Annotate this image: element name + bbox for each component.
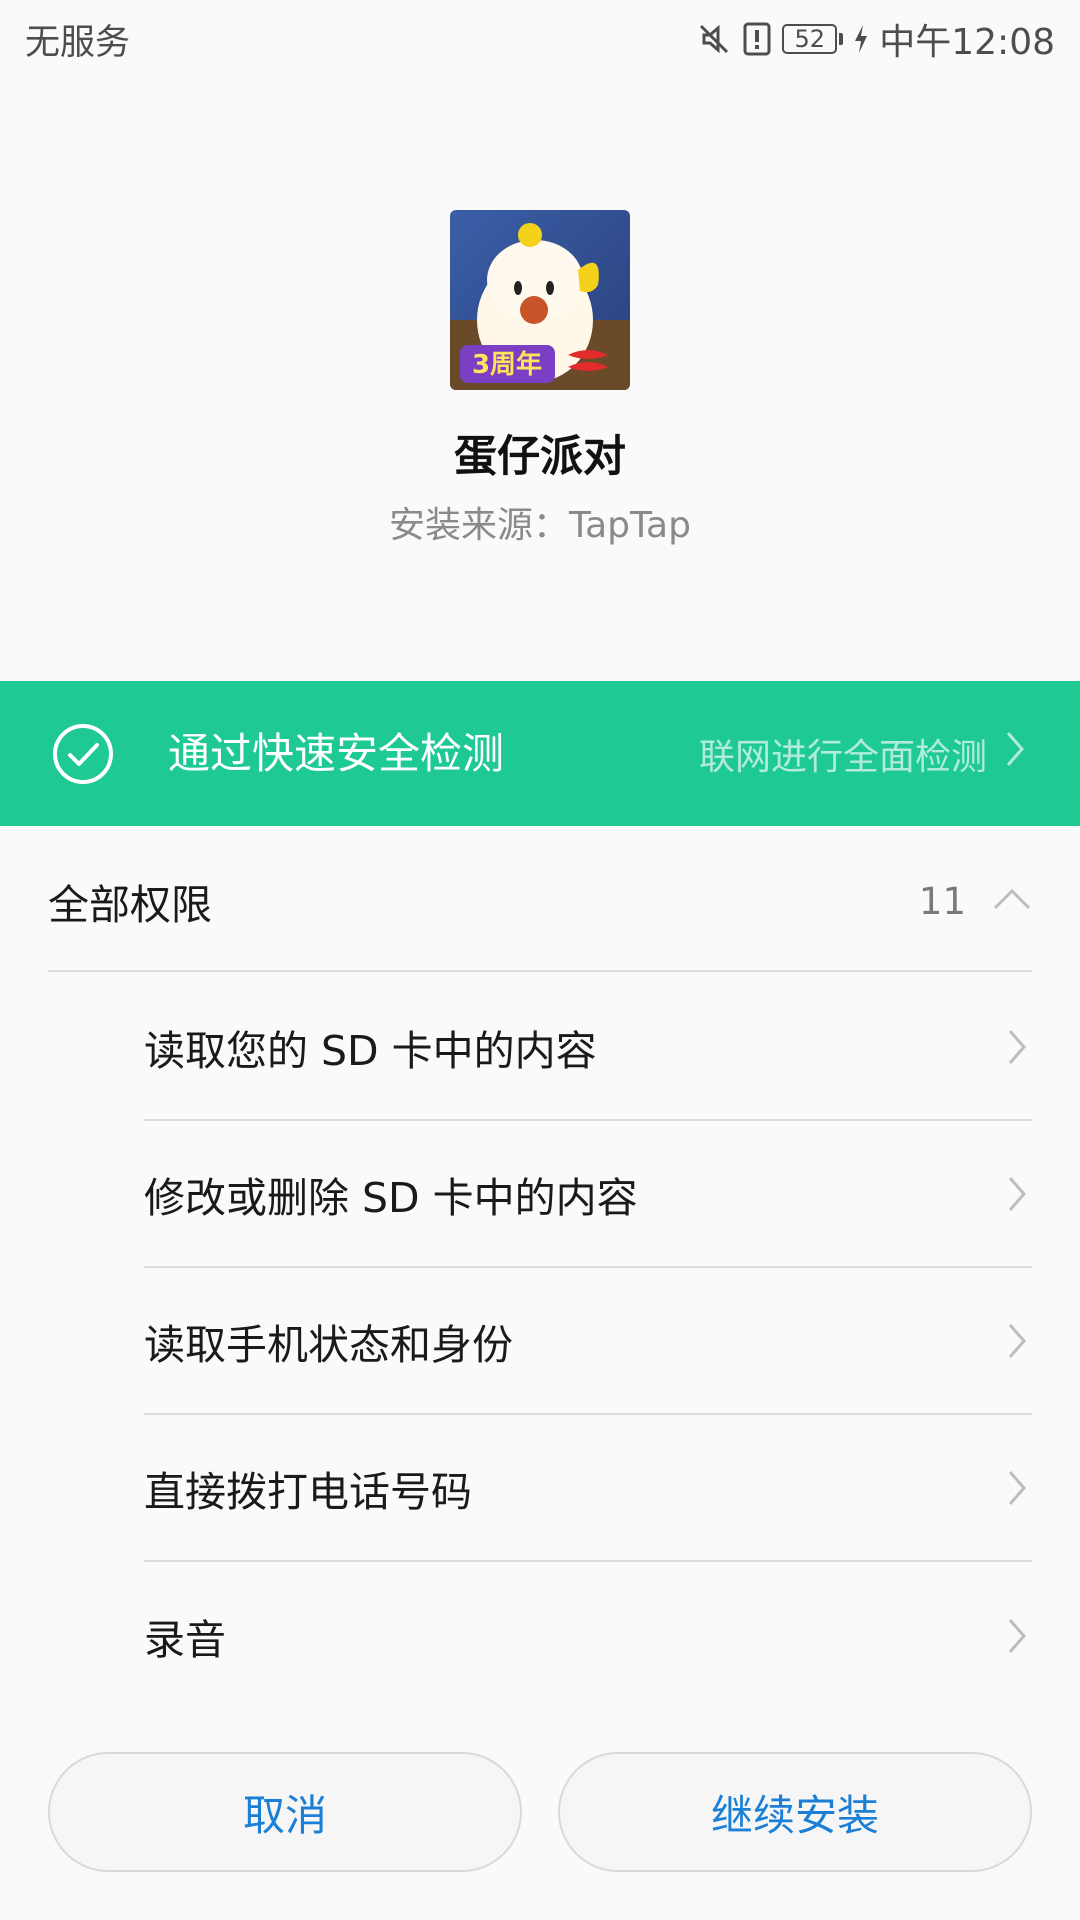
cancel-button[interactable]: 取消 xyxy=(48,1752,522,1872)
chevron-right-icon xyxy=(1005,730,1025,777)
permission-item-read-sd[interactable]: 读取您的 SD 卡中的内容 xyxy=(144,974,1032,1121)
permissions-count: 11 xyxy=(918,879,966,923)
permissions-list: 读取您的 SD 卡中的内容 修改或删除 SD 卡中的内容 读取手机状态和身份 直… xyxy=(144,974,1032,1709)
clock: 中午12:08 xyxy=(879,22,1055,63)
battery-level: 52 xyxy=(782,24,838,54)
permission-label: 读取手机状态和身份 xyxy=(144,1320,513,1369)
permissions-title: 全部权限 xyxy=(48,881,212,929)
chevron-right-icon xyxy=(1008,1029,1026,1064)
chevron-up-icon xyxy=(992,887,1032,915)
chevron-right-icon xyxy=(1008,1618,1026,1653)
permissions-header[interactable]: 全部权限 11 xyxy=(48,832,1032,972)
mute-icon xyxy=(696,21,732,57)
permission-label: 录音 xyxy=(144,1615,226,1664)
carrier-text: 无服务 xyxy=(25,22,131,63)
permission-item-phone-state[interactable]: 读取手机状态和身份 xyxy=(144,1268,1032,1415)
chevron-right-icon xyxy=(1008,1176,1026,1211)
status-icons: 52 中午12:08 xyxy=(696,13,1055,65)
full-scan-label: 联网进行全面检测 xyxy=(698,736,987,778)
chevron-right-icon xyxy=(1008,1323,1026,1358)
app-name: 蛋仔派对 xyxy=(454,432,626,482)
check-circle-icon xyxy=(52,723,114,785)
app-header: 3周年 蛋仔派对 安装来源：TapTap xyxy=(0,210,1080,548)
permission-label: 修改或删除 SD 卡中的内容 xyxy=(144,1173,638,1222)
continue-install-button[interactable]: 继续安装 xyxy=(558,1752,1032,1872)
security-status-text: 通过快速安全检测 xyxy=(168,729,505,778)
status-bar: 无服务 52 中午12:08 xyxy=(0,0,1080,78)
security-banner: 通过快速安全检测 联网进行全面检测 xyxy=(0,681,1080,826)
full-scan-link[interactable]: 联网进行全面检测 xyxy=(699,681,1025,826)
app-icon: 3周年 xyxy=(450,210,630,390)
permission-item-call-phone[interactable]: 直接拨打电话号码 xyxy=(144,1415,1032,1562)
permission-item-modify-sd[interactable]: 修改或删除 SD 卡中的内容 xyxy=(144,1121,1032,1268)
permission-item-record-audio[interactable]: 录音 xyxy=(144,1562,1032,1709)
permission-label: 直接拨打电话号码 xyxy=(144,1467,472,1516)
icon-badge-text: 3周年 xyxy=(472,349,542,380)
alert-icon xyxy=(742,21,772,57)
permission-label: 读取您的 SD 卡中的内容 xyxy=(144,1026,597,1075)
charging-icon xyxy=(853,24,869,54)
install-source: 安装来源：TapTap xyxy=(389,505,691,546)
chevron-right-icon xyxy=(1008,1470,1026,1505)
battery-icon: 52 xyxy=(782,24,844,54)
